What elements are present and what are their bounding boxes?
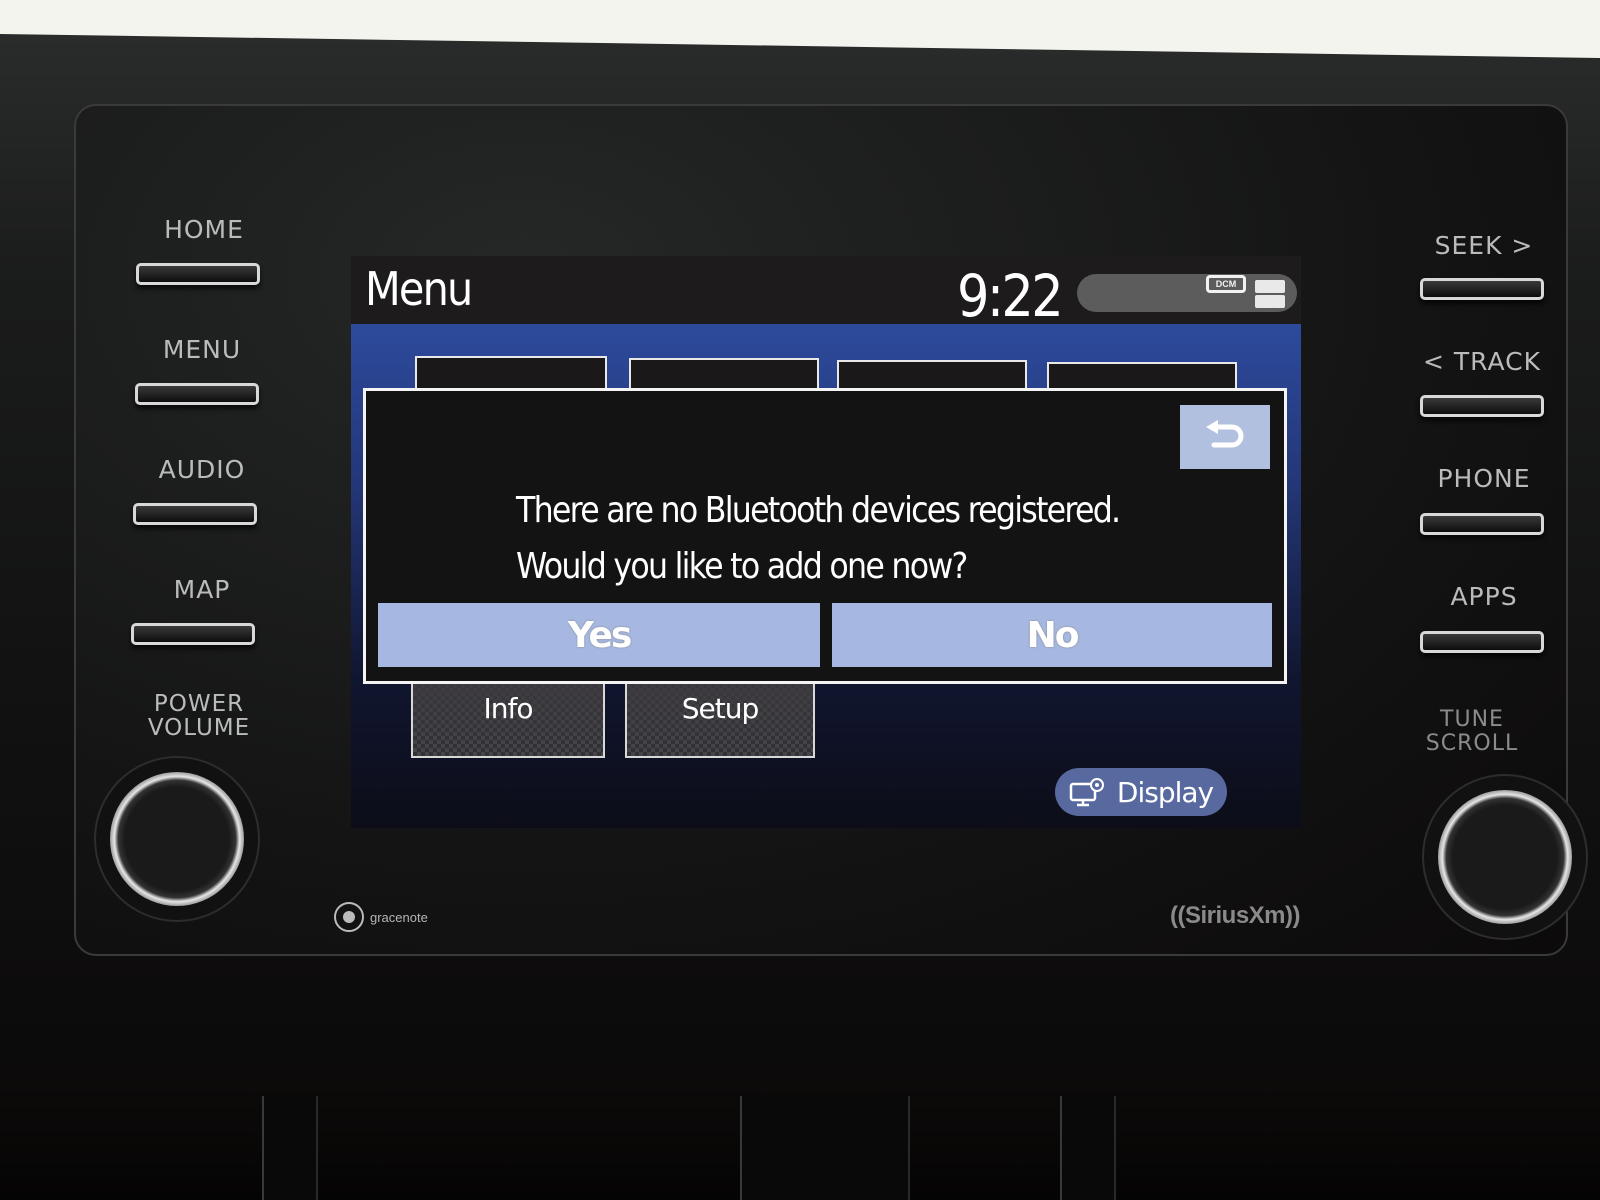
phone-button[interactable]: [1420, 513, 1544, 535]
vent-slat: [1060, 1096, 1116, 1200]
dialog-message-line1: There are no Bluetooth devices registere…: [516, 490, 1121, 531]
menu-label: MENU: [162, 335, 242, 364]
apps-label: APPS: [1450, 582, 1518, 611]
map-label: MAP: [173, 575, 231, 604]
display-settings-icon: [1069, 778, 1104, 807]
siriusxm-logo: ((SiriusXm)): [1170, 902, 1301, 929]
display-button[interactable]: Display: [1055, 768, 1227, 816]
audio-button[interactable]: [133, 503, 257, 525]
info-label: Info: [483, 692, 534, 725]
signal-icon: [1255, 280, 1285, 310]
yes-button[interactable]: Yes: [378, 603, 820, 667]
apps-button[interactable]: [1420, 631, 1544, 653]
power-volume-knob[interactable]: [110, 772, 244, 906]
phone-label: PHONE: [1437, 464, 1531, 493]
vent-slat: [262, 1096, 318, 1200]
gracenote-text: gracenote: [370, 909, 428, 925]
track-button[interactable]: [1420, 395, 1544, 417]
map-button[interactable]: [131, 623, 255, 645]
setup-label: Setup: [681, 692, 759, 725]
back-arrow-icon: [1206, 420, 1244, 448]
gracenote-logo: gracenote: [334, 902, 428, 932]
track-label: < TRACK: [1422, 347, 1542, 376]
dialog-message-line2: Would you like to add one now?: [516, 546, 968, 587]
no-button[interactable]: No: [832, 603, 1272, 667]
screen-title: Menu: [365, 262, 473, 316]
audio-label: AUDIO: [158, 455, 246, 484]
back-button[interactable]: [1180, 405, 1270, 469]
menu-button[interactable]: [135, 383, 259, 405]
info-tile[interactable]: Info: [411, 678, 605, 758]
dialog-message: There are no Bluetooth devices registere…: [516, 483, 1121, 595]
seek-label: SEEK >: [1434, 231, 1534, 260]
seek-button[interactable]: [1420, 278, 1544, 300]
clock: 9:22: [957, 262, 1064, 330]
tune-scroll-knob[interactable]: [1438, 790, 1572, 924]
home-label: HOME: [164, 215, 244, 244]
home-button[interactable]: [136, 263, 260, 285]
dcm-icon: DCM: [1206, 275, 1246, 293]
setup-tile[interactable]: Setup: [625, 678, 815, 758]
display-label: Display: [1116, 775, 1214, 809]
power-volume-label: POWER VOLUME: [147, 691, 251, 741]
bluetooth-dialog: There are no Bluetooth devices registere…: [363, 388, 1287, 684]
tune-scroll-label: TUNE SCROLL: [1425, 707, 1519, 756]
gracenote-icon: [334, 902, 364, 932]
touch-screen: Menu 9:22 DCM Info Setup Display There a…: [351, 256, 1301, 828]
status-bar: Menu 9:22 DCM: [351, 256, 1301, 330]
vent-slat: [740, 1096, 910, 1200]
